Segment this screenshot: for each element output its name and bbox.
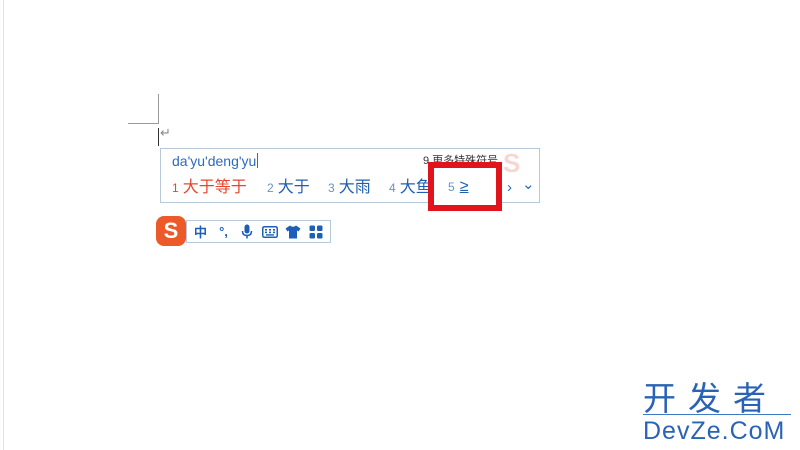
margin-crop-mark-vertical bbox=[158, 94, 159, 124]
microphone-icon[interactable] bbox=[237, 222, 256, 241]
candidate-text: 大于等于 bbox=[182, 179, 247, 196]
expand-chevron-down-icon[interactable]: ⌄ bbox=[522, 176, 535, 194]
candidate-number: 4 bbox=[389, 181, 396, 195]
candidate-number: 2 bbox=[267, 181, 274, 195]
toolbox-icon[interactable] bbox=[306, 222, 325, 241]
composition-caret bbox=[257, 153, 259, 168]
candidate-number: 3 bbox=[328, 181, 335, 195]
pinyin-composition: da'yu'deng'yu bbox=[172, 153, 259, 170]
candidate-text: 大鱼 bbox=[399, 179, 432, 196]
candidate-number: 5 bbox=[448, 180, 455, 194]
chinese-mode-toggle[interactable]: 中 bbox=[191, 222, 210, 241]
punctuation-toggle[interactable]: °, bbox=[214, 222, 233, 241]
candidate-3[interactable]: 3 大雨 bbox=[328, 178, 371, 198]
candidate-number: 1 bbox=[172, 181, 179, 195]
candidate-2[interactable]: 2 大于 bbox=[267, 178, 310, 198]
candidate-text: ≥ bbox=[459, 178, 469, 195]
next-page-chevron-icon[interactable]: › bbox=[507, 179, 512, 197]
paragraph-mark: ↵ bbox=[160, 125, 171, 140]
skin-watermark-icon: S bbox=[503, 149, 521, 177]
candidate-5[interactable]: 5 ≥ bbox=[448, 177, 468, 197]
margin-crop-mark-horizontal bbox=[128, 123, 159, 124]
document-text-cursor bbox=[158, 128, 159, 146]
candidate-text: 大雨 bbox=[338, 179, 371, 196]
skin-shirt-icon[interactable] bbox=[283, 222, 302, 241]
candidate-4[interactable]: 4 大鱼 bbox=[389, 178, 432, 198]
pinyin-text: da'yu'deng'yu bbox=[172, 153, 257, 169]
candidate-text: 大于 bbox=[277, 179, 310, 196]
watermark-chinese: 开发者 bbox=[643, 380, 778, 417]
ime-status-toolbar: 中 °, bbox=[186, 220, 331, 243]
watermark-divider bbox=[643, 414, 791, 415]
page-edge-line bbox=[3, 0, 4, 450]
keyboard-icon[interactable] bbox=[260, 222, 279, 241]
sogou-logo-icon[interactable]: S bbox=[156, 216, 186, 246]
watermark-domain: DevZe.CoM bbox=[643, 417, 786, 445]
candidate-1[interactable]: 1 大于等于 bbox=[172, 178, 247, 198]
